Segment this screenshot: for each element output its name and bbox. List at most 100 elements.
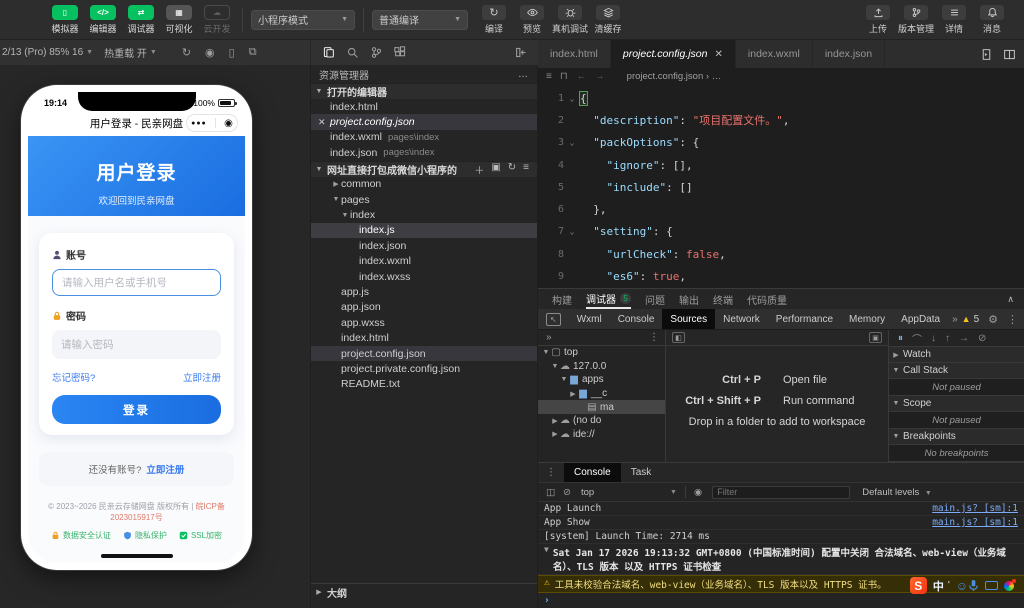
editor-tab-index.wxml[interactable]: index.wxml [736,40,813,68]
sources-tree-item-127.0.0[interactable]: ▼☁127.0.0 [538,360,665,374]
hot-reload-toggle[interactable]: 热重载 开 [104,45,147,60]
console-context-select[interactable]: top ▼ [581,487,677,498]
action-button-版本管理[interactable]: 版本管理 [898,5,934,35]
compile-mode-select[interactable]: 普通编译 ▼ [372,10,468,30]
tool-button-云开发[interactable]: ☁云开发 [200,5,234,35]
tool-button-调试器[interactable]: ⇄调试器 [124,5,158,35]
more-vertical-icon[interactable]: ⋮ [649,332,659,343]
panel-tab-输出[interactable]: 输出 [679,289,699,309]
log-source-link[interactable]: main.js? [sm]:1 [932,517,1018,528]
pause-icon[interactable]: ⏸ [898,333,903,344]
more-actions-icon[interactable]: … [518,69,529,80]
sources-tree-item-apps[interactable]: ▼▆apps [538,373,665,387]
search-icon[interactable] [346,46,359,59]
clear-console-icon[interactable]: ⊘ [563,487,571,498]
devtools-tab-Memory[interactable]: Memory [841,309,893,329]
tree-file-common[interactable]: ▶common [311,177,537,192]
console-prompt[interactable]: › [538,593,1024,608]
show-debugger-icon[interactable]: ▣ [869,332,882,343]
refresh-icon[interactable]: ↻ [182,46,191,59]
mode-select[interactable]: 小程序模式 ▼ [251,10,355,30]
sources-tree-item-__c[interactable]: ▶▆__c [538,387,665,401]
tree-file-index[interactable]: ▼index [311,207,537,222]
sources-tree-item-ide://[interactable]: ▶☁ide:// [538,428,665,442]
sidebar-section-breakpoints[interactable]: ▼Breakpoints [889,429,1024,445]
fold-arrow-icon[interactable]: ⌄ [564,138,580,147]
register-link[interactable]: 立即注册 [183,370,221,384]
eye-icon[interactable]: ◉ [694,487,702,498]
phone-frame-icon[interactable]: ▯ [229,46,235,59]
devtools-tab-Network[interactable]: Network [715,309,768,329]
step-out-icon[interactable]: ↑ [945,333,950,344]
tree-file-project.private.config.json[interactable]: project.private.config.json [311,361,537,376]
sidebar-section-scope[interactable]: ▼Scope [889,396,1024,412]
tree-file-project.config.json[interactable]: project.config.json [311,346,537,361]
step-icon[interactable]: → [959,333,969,344]
more-tabs-icon[interactable]: » [948,314,962,325]
tool-button-模拟器[interactable]: ▯模拟器 [48,5,82,35]
tree-file-index.js[interactable]: index.js [311,223,537,238]
tree-file-app.wxss[interactable]: app.wxss [311,315,537,330]
action-button-消息[interactable]: 消息 [974,5,1010,35]
bookmark-icon[interactable]: ⊓ [560,71,568,82]
show-navigator-icon[interactable]: ◧ [672,332,685,343]
panel-tab-调试器[interactable]: 调试器5 [586,289,631,309]
collapse-sidebar-icon[interactable] [515,46,528,59]
keyboard-icon[interactable] [985,581,998,590]
more-tabs-icon[interactable]: » [546,332,552,343]
password-input[interactable] [52,330,221,359]
settings-gear-icon[interactable]: ⚙ [988,313,998,326]
project-section-header[interactable]: ▼ 网址直接打包成微信小程序的源码 ＋ ▣ ↻ ≡ [311,161,537,177]
action-button-真机调试[interactable]: 真机调试 [552,5,588,35]
collapse-panel-icon[interactable]: ∧ [1007,294,1014,305]
extensions-icon[interactable] [394,46,407,59]
tree-file-index.wxss[interactable]: index.wxss [311,269,537,284]
tree-file-app.js[interactable]: app.js [311,284,537,299]
microphone-icon[interactable] [968,579,979,592]
code-editor[interactable]: 1⌄{2 "description": "项目配置文件。",3⌄ "packOp… [538,85,1024,288]
log-levels-select[interactable]: Default levels ▼ [862,487,932,498]
menu-lines-icon[interactable]: ≡ [546,71,552,82]
more-vertical-icon[interactable]: ⋮ [546,467,556,478]
console-log-row[interactable]: ▼Sat Jan 17 2026 19:13:32 GMT+0800 (中国标准… [538,544,1024,575]
ime-punctuation-toggle[interactable]: ' [948,580,950,591]
panel-tab-代码质量[interactable]: 代码质量 [747,289,787,309]
editor-tab-project.config.json[interactable]: project.config.json✕ [611,40,736,68]
breadcrumb-path[interactable]: project.config.json › … [627,71,722,82]
emoji-icon[interactable]: ☺ [956,579,968,593]
chevron-down-icon[interactable]: ▼ [544,545,549,554]
devtools-tab-Sources[interactable]: Sources [662,309,715,329]
login-button[interactable]: 登录 [52,395,221,424]
close-minimize-icon[interactable]: ◉ [224,118,233,129]
outline-section-header[interactable]: ▶ 大纲 [311,583,537,600]
open-editors-section-header[interactable]: ▼ 打开的编辑器 [311,83,537,99]
warning-count[interactable]: 5 [974,314,980,325]
skin-palette-icon[interactable] [1004,581,1014,591]
inspect-element-icon[interactable]: ↖ [546,313,561,326]
action-button-详情[interactable]: 详情 [936,5,972,35]
sogou-logo-icon[interactable]: S [910,577,927,594]
open-editor-index.wxml[interactable]: index.wxmlpages\index [311,130,537,145]
more-menu-icon[interactable]: ●●● [191,120,207,127]
tree-file-index.json[interactable]: index.json [311,238,537,253]
devtools-tab-Performance[interactable]: Performance [768,309,841,329]
open-preview-icon[interactable] [980,48,993,61]
git-branch-icon[interactable] [370,46,383,59]
console-tab-Task[interactable]: Task [621,463,662,482]
action-button-上传[interactable]: 上传 [860,5,896,35]
more-vertical-icon[interactable]: ⋮ [1007,313,1018,326]
action-button-预览[interactable]: 预览 [514,5,550,35]
close-file-icon[interactable]: ✕ [318,117,330,128]
sources-tree-item-(no do[interactable]: ▶☁(no do [538,414,665,428]
sources-tree-item-top[interactable]: ▼▢top [538,346,665,360]
split-editor-icon[interactable] [1003,48,1016,61]
devtools-tab-AppData[interactable]: AppData [893,309,948,329]
fold-arrow-icon[interactable]: ⌄ [564,94,580,103]
account-input[interactable] [52,269,221,296]
nav-back-icon[interactable]: ← [577,71,587,82]
new-file-icon[interactable]: ＋ [474,162,484,177]
tree-file-index.wxml[interactable]: index.wxml [311,254,537,269]
console-log-row[interactable]: [system] Launch Time: 2714 ms [538,530,1024,544]
editor-tab-index.html[interactable]: index.html [538,40,611,68]
close-tab-icon[interactable]: ✕ [715,49,723,60]
